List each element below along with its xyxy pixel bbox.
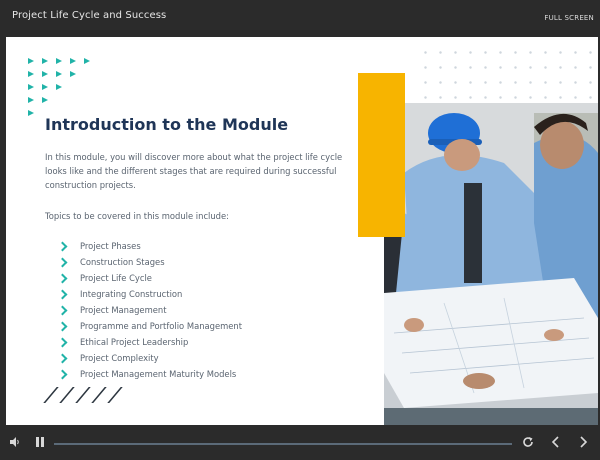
dot-grid-decoration [418,45,598,105]
arrow-pattern-decoration [28,55,98,120]
progress-bar[interactable] [54,443,512,445]
topic-label: Construction Stages [80,257,165,267]
topics-list: Project Phases Construction Stages Proje… [57,238,243,382]
chevron-right-icon [57,305,68,315]
chevron-right-icon [57,321,68,331]
topic-label: Integrating Construction [80,289,183,299]
volume-icon[interactable] [9,436,21,450]
topics-label: Topics to be covered in this module incl… [45,211,229,221]
topic-label: Project Phases [80,241,141,251]
player-controls [0,425,600,460]
list-item: Project Phases [57,238,242,254]
topic-label: Project Management [80,305,167,315]
chevron-right-icon [57,241,68,251]
yellow-accent-bar [358,73,405,237]
list-item: Integrating Construction [57,286,242,302]
intro-paragraph: In this module, you will discover more a… [45,152,343,190]
chevron-right-icon [57,337,68,347]
chevron-right-icon [57,289,68,299]
list-item: Project Complexity [57,350,242,366]
list-item: Ethical Project Leadership [57,334,242,350]
list-item: Project Life Cycle [57,270,242,286]
topic-label: Programme and Portfolio Management [80,321,243,331]
slide-heading: Introduction to the Module [45,115,289,134]
replay-icon[interactable] [522,436,534,450]
topic-label: Ethical Project Leadership [80,337,189,347]
fullscreen-button[interactable]: FULL SCREEN [544,14,594,22]
chevron-right-icon [57,257,68,267]
list-item: Construction Stages [57,254,242,270]
chevron-right-icon [57,273,68,283]
course-title: Project Life Cycle and Success [12,10,167,21]
photo-illustration [384,103,598,425]
topic-label: Project Complexity [80,353,159,363]
prev-icon[interactable] [551,436,561,450]
topic-label: Project Life Cycle [80,273,152,283]
chevron-right-icon [57,369,68,379]
next-icon[interactable] [578,436,588,450]
player-header: Project Life Cycle and Success FULL SCRE… [0,0,600,36]
list-item: Programme and Portfolio Management [57,318,243,334]
slash-decoration [43,387,130,407]
list-item: Project Management [57,302,242,318]
construction-team-photo [384,103,598,425]
list-item: Project Management Maturity Models [57,366,242,382]
topic-label: Project Management Maturity Models [80,369,237,379]
pause-icon[interactable] [34,436,46,450]
chevron-right-icon [57,353,68,363]
slide-canvas: Introduction to the Module In this modul… [6,37,598,425]
